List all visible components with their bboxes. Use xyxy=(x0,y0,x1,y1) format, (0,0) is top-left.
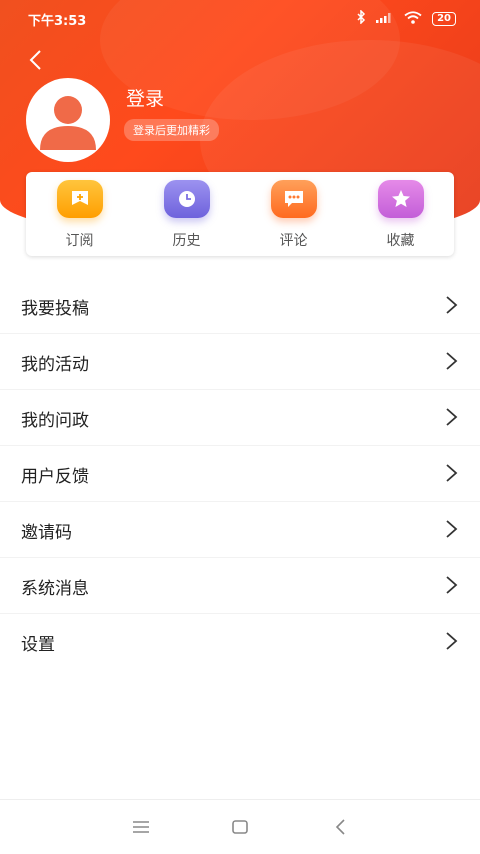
back-nav-button[interactable] xyxy=(329,816,353,838)
login-title[interactable]: 登录 xyxy=(126,84,164,111)
subscribe-icon xyxy=(56,180,103,218)
hamburger-icon xyxy=(133,821,149,833)
battery-icon: 20 xyxy=(432,12,456,26)
avatar[interactable] xyxy=(26,78,110,162)
chevron-right-icon xyxy=(446,576,458,594)
comment-icon xyxy=(270,180,317,218)
menu-item-invite-code[interactable]: 邀请码 xyxy=(0,502,480,558)
menu-item-label: 设置 xyxy=(21,635,55,655)
home-square-icon xyxy=(232,820,248,834)
history-clock-icon xyxy=(163,180,210,218)
signal-icon xyxy=(376,11,394,27)
star-icon xyxy=(377,180,424,218)
chevron-left-icon xyxy=(29,50,41,70)
quick-action-history[interactable]: 历史 xyxy=(133,172,240,256)
chevron-right-icon xyxy=(446,352,458,370)
menu-item-label: 我要投稿 xyxy=(21,299,89,319)
quick-action-comment[interactable]: 评论 xyxy=(240,172,347,256)
chevron-right-icon xyxy=(446,296,458,314)
menu-item-system-messages[interactable]: 系统消息 xyxy=(0,558,480,614)
quick-action-label: 评论 xyxy=(279,233,308,249)
bluetooth-icon xyxy=(356,9,366,28)
quick-actions-card: 订阅 历史 评论 收藏 xyxy=(26,172,454,256)
menu-item-activities[interactable]: 我的活动 xyxy=(0,334,480,390)
quick-action-label: 历史 xyxy=(172,233,201,249)
menu-item-label: 邀请码 xyxy=(21,523,72,543)
menu-item-label: 我的活动 xyxy=(21,355,89,375)
home-nav-button[interactable] xyxy=(228,816,252,838)
quick-action-subscribe[interactable]: 订阅 xyxy=(26,172,133,256)
menu-item-settings[interactable]: 设置 xyxy=(0,614,480,669)
status-bar: 下午3:53 20 xyxy=(0,0,480,36)
menu-nav-button[interactable] xyxy=(129,816,153,838)
menu-item-feedback[interactable]: 用户反馈 xyxy=(0,446,480,502)
settings-menu: 我要投稿 我的活动 我的问政 用户反馈 邀请码 系统消息 设置 xyxy=(0,278,480,669)
back-button[interactable] xyxy=(24,48,48,72)
chevron-right-icon xyxy=(446,408,458,426)
menu-item-label: 我的问政 xyxy=(21,411,89,431)
quick-action-favorite[interactable]: 收藏 xyxy=(347,172,454,256)
system-nav-bar xyxy=(0,799,480,854)
default-user-icon xyxy=(40,96,96,150)
menu-item-inquiries[interactable]: 我的问政 xyxy=(0,390,480,446)
chevron-right-icon xyxy=(446,520,458,538)
chevron-right-icon xyxy=(446,464,458,482)
quick-action-label: 收藏 xyxy=(386,233,415,249)
status-icons: 20 xyxy=(356,9,456,28)
menu-item-label: 用户反馈 xyxy=(21,467,89,487)
wifi-icon xyxy=(404,10,422,28)
menu-item-submit[interactable]: 我要投稿 xyxy=(0,278,480,334)
back-arrow-icon xyxy=(335,819,345,835)
status-time: 下午3:53 xyxy=(28,14,87,29)
chevron-right-icon xyxy=(446,632,458,650)
login-subtitle-badge[interactable]: 登录后更加精彩 xyxy=(124,119,219,141)
quick-action-label: 订阅 xyxy=(65,233,94,249)
menu-item-label: 系统消息 xyxy=(21,579,89,599)
